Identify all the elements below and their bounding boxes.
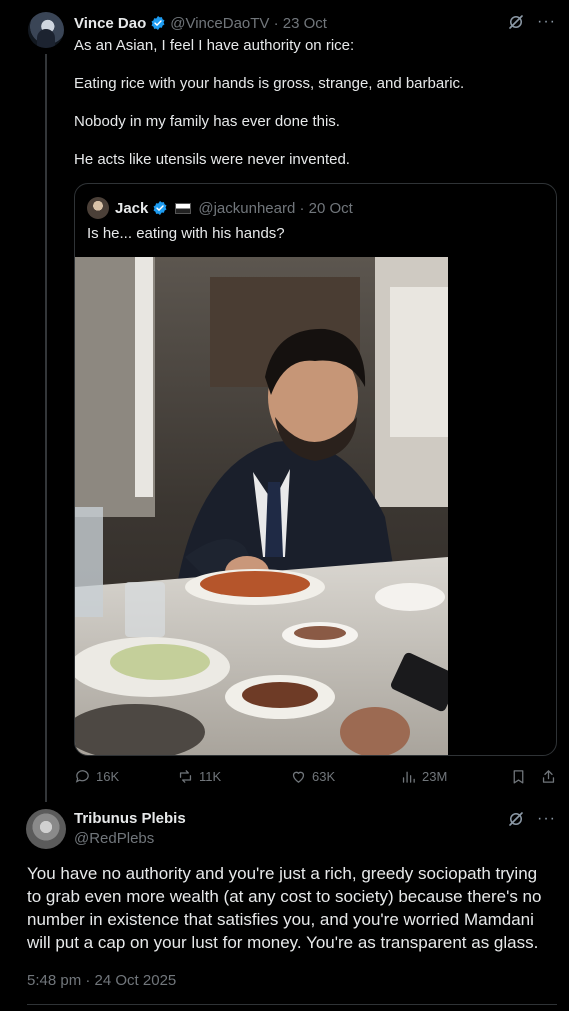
tweet-header: Vince Dao @VinceDaoTV · 23 Oct bbox=[74, 13, 327, 33]
tweet-action-bar: 16K 11K 63K 23M bbox=[74, 766, 559, 786]
quoted-author-name[interactable]: Jack bbox=[115, 200, 148, 217]
quoted-tweet-photo[interactable] bbox=[75, 257, 448, 755]
grok-icon[interactable] bbox=[507, 13, 525, 31]
repost-count: 11K bbox=[199, 768, 222, 784]
reply-author-handle[interactable]: @RedPlebs bbox=[74, 830, 154, 847]
reply-timestamp[interactable]: 5:48 pm · 24 Oct 2025 bbox=[27, 972, 176, 989]
author-handle-date[interactable]: @VinceDaoTV · 23 Oct bbox=[170, 15, 327, 32]
affiliate-badge-icon bbox=[175, 202, 192, 214]
tweet-paragraph: Eating rice with your hands is gross, st… bbox=[74, 75, 465, 92]
like-count: 63K bbox=[312, 768, 336, 784]
views-count: 23M bbox=[422, 768, 448, 784]
reply-icon bbox=[75, 769, 89, 783]
tweet-paragraph: Nobody in my family has ever done this. bbox=[74, 113, 340, 130]
author-avatar[interactable] bbox=[28, 12, 64, 48]
share-button[interactable] bbox=[540, 766, 557, 786]
quoted-tweet-header: Jack @jackunheard · 20 Oct bbox=[87, 197, 353, 219]
like-icon bbox=[292, 771, 305, 783]
man-eating-rice-photo-icon bbox=[75, 257, 448, 755]
reply-text: You have no authority and you're just a … bbox=[27, 864, 542, 952]
reply-button[interactable]: 16K bbox=[74, 766, 119, 786]
repost-icon bbox=[179, 769, 192, 783]
more-icon[interactable]: ··· bbox=[537, 13, 555, 31]
tweet-paragraph: He acts like utensils were never invente… bbox=[74, 151, 350, 168]
tweet-paragraph: As an Asian, I feel I have authority on … bbox=[74, 37, 355, 54]
main-tweet: Vince Dao @VinceDaoTV · 23 Oct ··· As an… bbox=[0, 0, 569, 802]
quoted-author-handle-date[interactable]: @jackunheard · 20 Oct bbox=[198, 200, 352, 217]
like-button[interactable]: 63K bbox=[290, 766, 335, 786]
grok-icon[interactable] bbox=[507, 810, 525, 828]
verified-badge-icon bbox=[151, 16, 165, 30]
reply-author-avatar[interactable] bbox=[26, 809, 66, 849]
bookmark-button[interactable] bbox=[510, 766, 527, 786]
tweet-header-actions: ··· bbox=[507, 13, 555, 31]
reply-author-name[interactable]: Tribunus Plebis bbox=[74, 810, 186, 827]
tweet-text: As an Asian, I feel I have authority on … bbox=[74, 36, 544, 188]
views-button[interactable]: 23M bbox=[400, 766, 447, 786]
reply-header-actions: ··· bbox=[507, 810, 555, 828]
quoted-tweet-text: Is he... eating with his hands? bbox=[87, 225, 285, 242]
divider bbox=[27, 1004, 557, 1005]
verified-badge-icon bbox=[153, 201, 167, 215]
thread-line bbox=[45, 54, 47, 802]
reply-count: 16K bbox=[96, 768, 120, 784]
more-icon[interactable]: ··· bbox=[537, 810, 555, 828]
quoted-tweet-card[interactable]: Jack @jackunheard · 20 Oct Is he... eati… bbox=[74, 183, 557, 756]
repost-button[interactable]: 11K bbox=[177, 766, 221, 786]
views-icon bbox=[402, 771, 415, 783]
share-icon bbox=[542, 769, 555, 783]
author-name[interactable]: Vince Dao bbox=[74, 15, 146, 32]
bookmark-icon bbox=[513, 769, 524, 784]
quoted-author-avatar[interactable] bbox=[87, 197, 109, 219]
